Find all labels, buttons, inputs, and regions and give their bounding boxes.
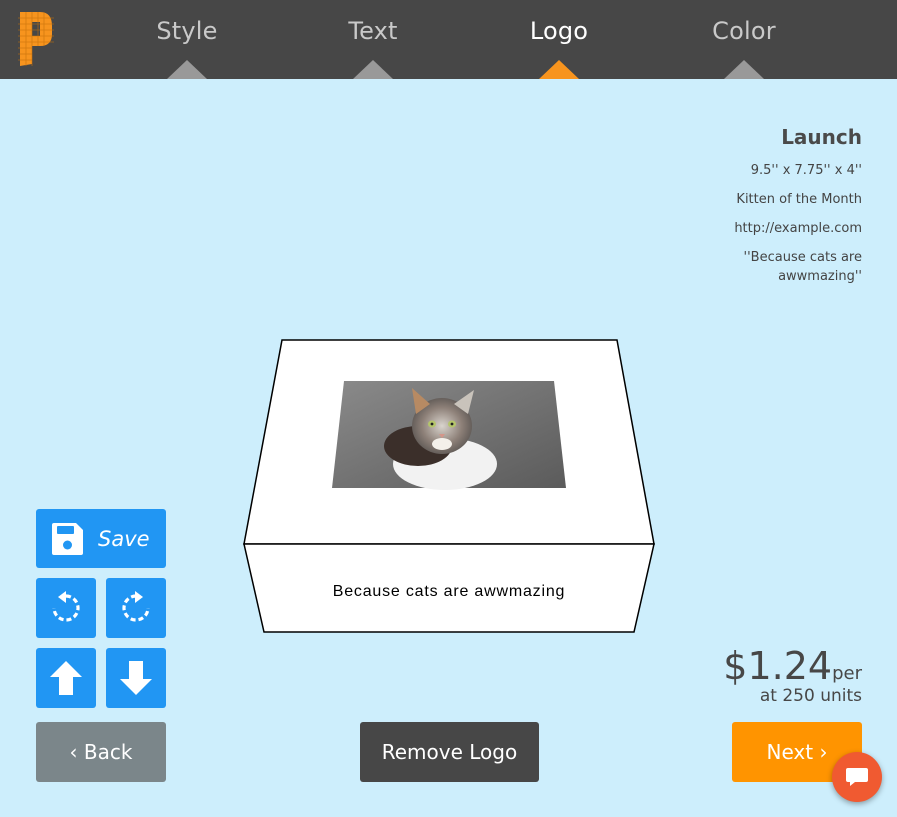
product-line-1: Kitten of the Month: [736, 192, 862, 207]
box-render: Because cats are awwmazing: [243, 339, 655, 633]
logo-image[interactable]: [332, 381, 566, 490]
tab-text[interactable]: Text: [298, 0, 448, 79]
move-down-button[interactable]: [106, 648, 166, 708]
tab-style[interactable]: Style: [112, 0, 262, 79]
tab-color-label: Color: [712, 17, 776, 45]
price-block: $1.24per at 250 units: [723, 644, 862, 706]
arrow-down-icon: [120, 661, 152, 695]
brand-logo-icon: [18, 12, 54, 66]
tab-color-indicator: [724, 60, 764, 79]
tab-color[interactable]: Color: [669, 0, 819, 79]
remove-logo-button[interactable]: Remove Logo: [360, 722, 539, 782]
save-icon: [52, 522, 83, 555]
save-button[interactable]: Save: [36, 509, 166, 568]
product-name: Launch: [781, 125, 862, 149]
rotate-right-button[interactable]: [106, 578, 166, 638]
tab-style-label: Style: [156, 17, 218, 45]
box-side-text: Because cats are awwmazing: [333, 583, 565, 600]
tab-text-label: Text: [348, 17, 398, 45]
rotate-left-icon: [52, 591, 80, 622]
chat-icon: [846, 768, 868, 786]
price-amount: $1.24: [723, 644, 833, 688]
product-dimensions: 9.5'' x 7.75'' x 4'': [750, 163, 862, 178]
tab-logo-label: Logo: [529, 17, 589, 45]
top-nav: Style Text Logo Color: [0, 0, 897, 79]
rotate-right-icon: [122, 591, 150, 622]
back-button[interactable]: ‹ Back: [36, 722, 166, 782]
box-preview[interactable]: Because cats are awwmazing: [240, 336, 660, 638]
tab-logo-indicator: [539, 60, 579, 79]
product-line-3: ''Because cats are awwmazing'': [743, 250, 862, 284]
brand-logo[interactable]: [18, 12, 54, 66]
tab-text-indicator: [353, 60, 393, 79]
save-label: Save: [98, 526, 150, 551]
product-line-2: http://example.com: [734, 221, 862, 236]
price-per: per: [832, 663, 862, 684]
product-info: Launch 9.5'' x 7.75'' x 4'' Kitten of th…: [682, 125, 862, 296]
move-up-button[interactable]: [36, 648, 96, 708]
price-units: at 250 units: [759, 686, 862, 706]
arrow-up-icon: [50, 661, 82, 695]
tab-logo[interactable]: Logo: [484, 0, 634, 79]
rotate-left-button[interactable]: [36, 578, 96, 638]
chat-button[interactable]: [832, 752, 882, 802]
tab-style-indicator: [167, 60, 207, 79]
